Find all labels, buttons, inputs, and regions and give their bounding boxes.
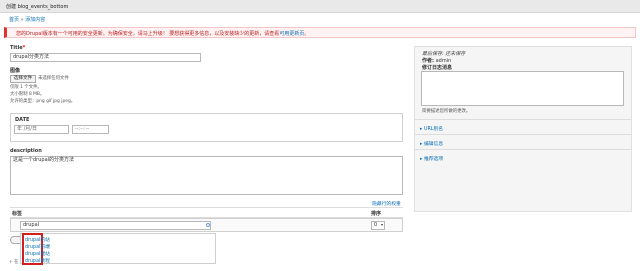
- description-label: description: [10, 148, 42, 154]
- time-input[interactable]: --:--:--: [72, 125, 109, 134]
- order-column-header: 排序: [371, 211, 382, 217]
- available-updates-link[interactable]: 可用更新页: [279, 31, 304, 37]
- title-input[interactable]: drupal分类方法: [10, 53, 201, 62]
- sidebar-item-url-alias[interactable]: ▸ URL别名: [420, 125, 443, 132]
- image-help-2: 大小限制 8 MB。: [10, 92, 45, 97]
- sidebar-item-promotion-options[interactable]: ▸ 推荐选项: [420, 155, 443, 162]
- sidebar-divider: [415, 134, 631, 135]
- breadcrumb-current-link[interactable]: 添加内容: [25, 17, 45, 23]
- partial-text: + 在: [9, 260, 19, 265]
- tag-input[interactable]: drupal: [20, 221, 211, 230]
- revision-log-textarea[interactable]: [421, 71, 624, 106]
- breadcrumb-separator: »: [20, 17, 24, 23]
- last-saved-text: 最后保存: 还未保存: [422, 51, 466, 57]
- autocomplete-highlight: drupal的站 drupal前端 drupal建站 drupal教程: [22, 233, 50, 265]
- sidebar-divider: [415, 149, 631, 150]
- breadcrumb-home-link[interactable]: 首页: [9, 17, 19, 23]
- table-top-rule: [10, 207, 403, 208]
- sidebar-item-label: 编辑信息: [423, 142, 444, 147]
- window-title: 创建 blog_events_bottom: [6, 4, 69, 10]
- image-label: 图像: [10, 68, 21, 74]
- file-status: 未选择任何文件: [38, 76, 69, 81]
- title-label-text: Title: [10, 45, 23, 51]
- description-textarea[interactable]: 这是一个drupal的分类方法: [10, 156, 403, 195]
- autocomplete-throbber-icon: [206, 223, 210, 227]
- tags-column-header: 标签: [12, 211, 23, 217]
- autocomplete-item[interactable]: drupal前端: [25, 243, 50, 250]
- revision-help: 简要描述您所做的更改。: [422, 109, 471, 114]
- security-warning-message: 您的Drupal版本有一个可用的安全更新。为确保安全，请马上升级！ 要想获得更多…: [4, 27, 636, 38]
- sidebar-divider: [415, 119, 631, 120]
- order-select-value: 0: [374, 222, 378, 228]
- author-row: 作者: admin: [422, 57, 451, 64]
- autocomplete-item[interactable]: drupal教程: [25, 257, 50, 264]
- chevron-down-icon: ▾: [380, 222, 383, 227]
- breadcrumb: 首页 » 添加内容: [9, 16, 45, 23]
- required-mark: *: [22, 45, 26, 51]
- image-help-3: 允许的类型：png gif jpg jpeg。: [10, 99, 76, 104]
- image-help-1: 仅限 1 个文件。: [10, 85, 42, 90]
- sidebar-item-label: URL别名: [423, 127, 444, 132]
- warning-text: 您的Drupal版本有一个可用的安全更新。为确保安全，请马上升级！ 要想获得更多…: [16, 31, 280, 37]
- title-label: Title*: [10, 45, 25, 51]
- order-select[interactable]: 0 ▾: [371, 221, 385, 230]
- window-title-bar: 创建 blog_events_bottom: [0, 0, 640, 13]
- revision-log-label: 修订日志消息: [422, 65, 453, 71]
- choose-file-button[interactable]: 选择文件: [10, 75, 36, 83]
- date-input[interactable]: 年 /月/日: [14, 125, 69, 134]
- date-legend: DATE: [15, 117, 30, 123]
- sidebar-item-label: 推荐选项: [423, 157, 444, 162]
- sidebar: 最后保存: 还未保存 作者: admin 修订日志消息 简要描述您所做的更改。 …: [414, 46, 632, 212]
- autocomplete-item[interactable]: drupal的站: [25, 236, 50, 243]
- hide-row-weights-link[interactable]: 隐藏行的权重: [372, 200, 401, 207]
- autocomplete-item[interactable]: drupal建站: [25, 250, 50, 257]
- sidebar-item-authoring-info[interactable]: ▸ 编辑信息: [420, 140, 443, 147]
